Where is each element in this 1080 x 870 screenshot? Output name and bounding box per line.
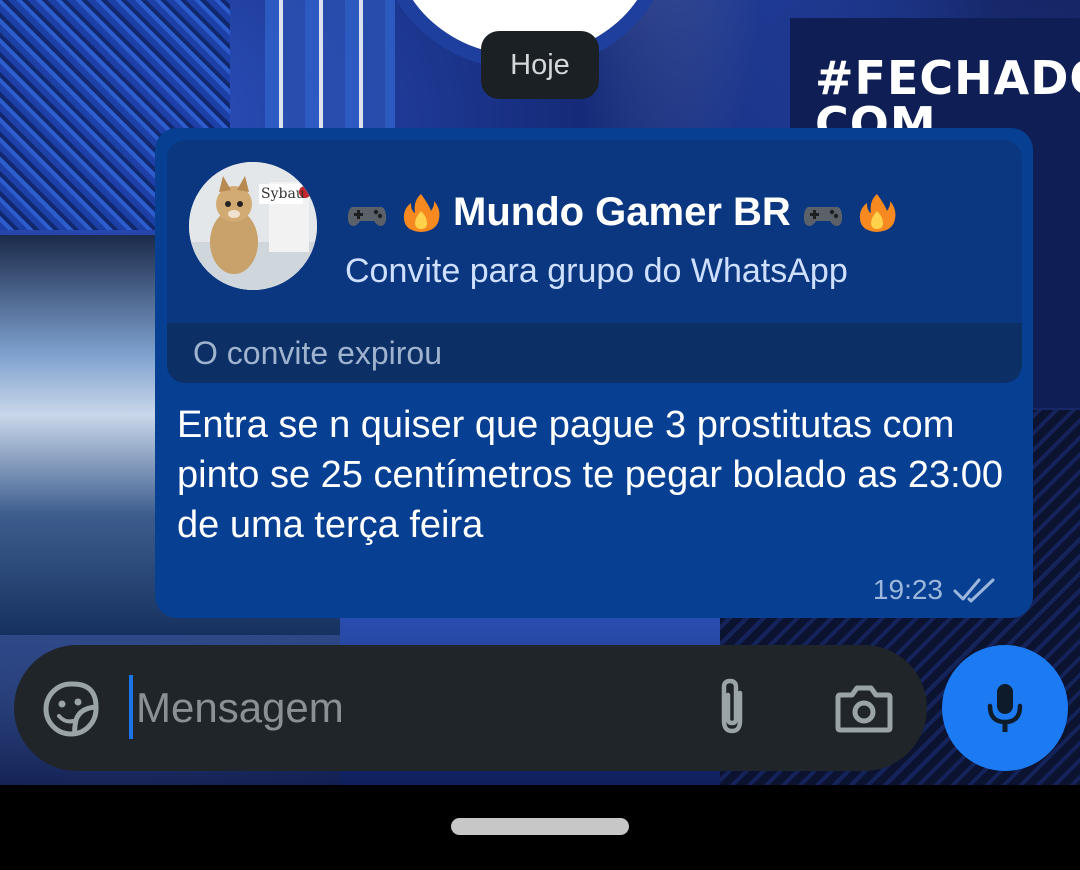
message-input[interactable] [132,673,696,743]
fire-icon [859,193,896,232]
voice-message-button[interactable] [942,645,1068,771]
game-controller-icon [803,206,842,226]
invite-status-bar: O convite expirou [167,323,1022,383]
sticker-emoji-icon[interactable] [42,680,100,738]
paperclip-icon[interactable] [710,675,754,739]
group-name: Mundo Gamer BR [453,190,791,234]
home-gesture-handle[interactable] [451,818,629,835]
date-divider-label: Hoje [510,48,570,81]
message-text: Entra se n quiser que pague 3 prostituta… [177,404,1003,546]
group-avatar[interactable]: Sybau [189,162,317,290]
avatar-caption: Sybau [261,186,305,202]
date-divider: Hoje [481,31,599,99]
message-time: 19:23 [872,574,943,605]
cat-avatar-image [189,162,317,290]
invite-subtitle: Convite para grupo do WhatsApp [345,252,848,290]
fire-icon [403,193,440,232]
group-title: Mundo Gamer BR [345,190,899,235]
message-meta: 19:23 [873,574,997,606]
double-check-icon [953,578,995,603]
message-composer [14,645,927,771]
camera-icon[interactable] [834,683,894,735]
wallpaper-flag-photo [265,0,395,130]
microphone-icon [987,684,1023,732]
system-navigation-bar [0,785,1080,870]
group-invite-card[interactable]: Sybau Mundo Gamer BR Convite para grupo … [167,140,1022,383]
game-controller-icon [347,206,387,226]
invite-status-label: O convite expirou [193,334,443,371]
message-bubble[interactable]: Sybau Mundo Gamer BR Convite para grupo … [155,128,1033,618]
